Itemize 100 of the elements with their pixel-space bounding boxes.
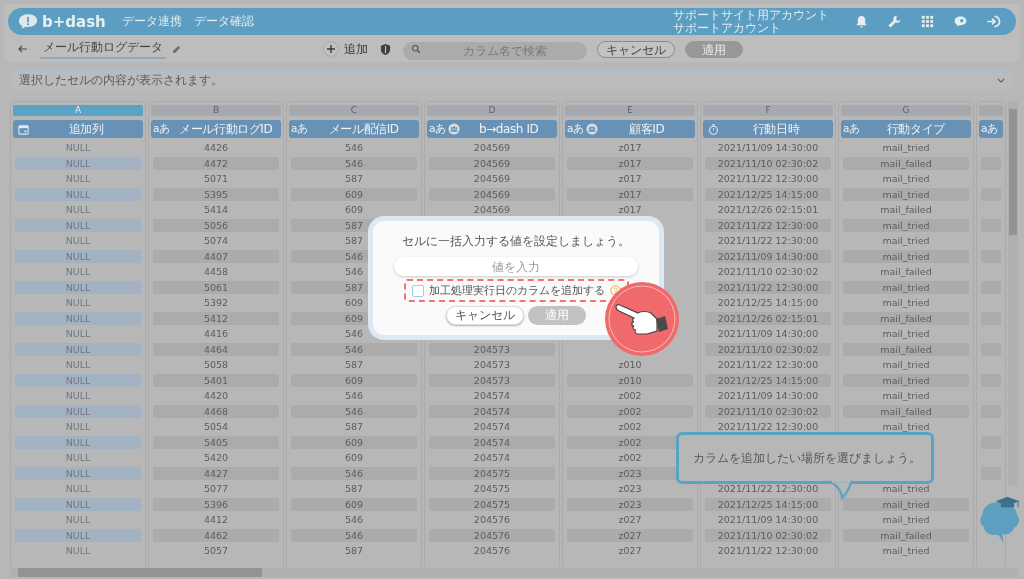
table-cell[interactable]: NULL [15, 265, 141, 279]
column-letter[interactable]: A [13, 105, 143, 116]
table-cell[interactable]: NULL [15, 358, 141, 372]
table-cell[interactable]: mail_tried [843, 296, 969, 310]
table-cell[interactable]: NULL [15, 342, 141, 356]
table-cell[interactable]: 2021/11/10 02:30:02 [705, 528, 831, 542]
table-cell[interactable]: 4462 [153, 528, 279, 542]
table-cell[interactable]: mail_failed [843, 404, 969, 418]
column-letter[interactable]: D [427, 105, 557, 116]
table-cell[interactable]: NULL [15, 249, 141, 263]
table-cell[interactable]: mail_tried [843, 358, 969, 372]
table-cell[interactable]: 2021/11/09 14:30:00 [705, 141, 831, 155]
column-header[interactable]: aあ 顧客ID [565, 120, 695, 138]
table-cell[interactable]: 2021/11/22 12:30:00 [705, 218, 831, 232]
table-cell[interactable]: 204576 [429, 544, 555, 558]
table-cell[interactable]: 5058 [153, 358, 279, 372]
table-cell[interactable]: 4468 [153, 404, 279, 418]
table-cell[interactable]: 204569 [429, 203, 555, 217]
nav-link[interactable]: データ確認 [193, 13, 254, 30]
table-cell[interactable]: mail_tried [843, 280, 969, 294]
table-cell[interactable]: 2021/11/10 02:30:02 [705, 156, 831, 170]
table-cell[interactable]: 587 [291, 358, 417, 372]
table-cell[interactable]: 2021/11/22 12:30:00 [705, 358, 831, 372]
table-cell[interactable]: 4426 [153, 141, 279, 155]
table-cell[interactable]: 2021/11/10 02:30:02 [705, 404, 831, 418]
table-cell[interactable]: 609 [291, 451, 417, 465]
table-cell[interactable]: z010 [567, 373, 693, 387]
table-cell[interactable]: 2021/11/09 14:30:00 [705, 389, 831, 403]
table-cell[interactable]: z017 [567, 187, 693, 201]
table-cell[interactable]: 204574 [429, 389, 555, 403]
table-cell[interactable]: NULL [15, 311, 141, 325]
table-cell[interactable]: 204569 [429, 172, 555, 186]
table-cell[interactable]: NULL [15, 373, 141, 387]
column-letter[interactable]: F [703, 105, 833, 116]
column-letter[interactable]: E [565, 105, 695, 116]
table-cell[interactable]: NULL [15, 497, 141, 511]
table-cell[interactable]: 4464 [153, 342, 279, 356]
table-cell[interactable]: 204569 [429, 187, 555, 201]
table-cell[interactable]: 204575 [429, 482, 555, 496]
table-cell[interactable]: 2021/11/22 12:30:00 [705, 482, 831, 496]
table-cell[interactable]: z027 [567, 528, 693, 542]
column-header[interactable]: 追加列 [13, 120, 143, 138]
page-title[interactable]: メール行動ログデータ [40, 39, 166, 59]
checkbox-label[interactable]: 加工処理実行日のカラムを追加する [428, 283, 605, 298]
cancel-button[interactable]: キャンセル [597, 40, 675, 58]
column-letter[interactable]: B [151, 105, 281, 116]
column-letter[interactable]: G [841, 105, 971, 116]
table-cell[interactable]: 5077 [153, 482, 279, 496]
table-cell[interactable]: mail_tried [843, 327, 969, 341]
table-cell[interactable]: NULL [15, 327, 141, 341]
table-cell[interactable]: 2021/11/09 14:30:00 [705, 327, 831, 341]
table-cell[interactable]: z017 [567, 141, 693, 155]
table-cell[interactable]: NULL [15, 451, 141, 465]
table-cell[interactable]: z027 [567, 544, 693, 558]
table-cell[interactable]: z002 [567, 389, 693, 403]
table-cell[interactable]: 5057 [153, 544, 279, 558]
table-cell[interactable]: NULL [15, 218, 141, 232]
table-cell[interactable]: 587 [291, 172, 417, 186]
table-cell[interactable]: 587 [291, 482, 417, 496]
table-cell[interactable]: mail_failed [843, 265, 969, 279]
table-cell[interactable]: mail_tried [843, 234, 969, 248]
table-cell[interactable]: mail_tried [843, 172, 969, 186]
table-cell[interactable]: 5405 [153, 435, 279, 449]
table-cell[interactable]: 204575 [429, 497, 555, 511]
table-cell[interactable]: 2021/12/26 02:15:01 [705, 311, 831, 325]
table-cell[interactable]: 546 [291, 513, 417, 527]
table-cell[interactable]: z023 [567, 497, 693, 511]
table-cell[interactable]: mail_failed [843, 528, 969, 542]
table-cell[interactable]: 546 [291, 389, 417, 403]
table-cell[interactable]: NULL [15, 203, 141, 217]
table-cell[interactable]: NULL [15, 234, 141, 248]
table-cell[interactable]: NULL [15, 141, 141, 155]
table-cell[interactable]: z017 [567, 203, 693, 217]
cancel-button[interactable]: キャンセル [446, 306, 524, 325]
table-cell[interactable]: 2021/12/25 14:15:00 [705, 187, 831, 201]
table-cell[interactable]: NULL [15, 528, 141, 542]
table-cell[interactable]: mail_failed [843, 311, 969, 325]
table-cell[interactable]: mail_tried [843, 187, 969, 201]
column-header[interactable]: aあ [979, 120, 1003, 138]
table-cell[interactable]: 609 [291, 435, 417, 449]
table-cell[interactable]: 5401 [153, 373, 279, 387]
table-cell[interactable]: 546 [291, 141, 417, 155]
table-cell[interactable]: 546 [291, 342, 417, 356]
table-cell[interactable]: 4416 [153, 327, 279, 341]
table-cell[interactable]: 5420 [153, 451, 279, 465]
table-cell[interactable]: 4412 [153, 513, 279, 527]
table-cell[interactable]: 4427 [153, 466, 279, 480]
table-cell[interactable]: 204574 [429, 420, 555, 434]
table-cell[interactable]: 587 [291, 420, 417, 434]
table-cell[interactable]: NULL [15, 172, 141, 186]
table-cell[interactable]: z002 [567, 404, 693, 418]
table-cell[interactable]: 5392 [153, 296, 279, 310]
table-cell[interactable]: mail_failed [843, 342, 969, 356]
column-header[interactable]: aあ メール配信ID [289, 120, 419, 138]
table-cell[interactable]: mail_tried [843, 389, 969, 403]
table-cell[interactable]: 546 [291, 528, 417, 542]
table-cell[interactable]: 5395 [153, 187, 279, 201]
value-input-field[interactable]: 値を入力 [394, 257, 638, 276]
table-cell[interactable]: mail_tried [843, 497, 969, 511]
table-cell[interactable]: 2021/11/10 02:30:02 [705, 265, 831, 279]
